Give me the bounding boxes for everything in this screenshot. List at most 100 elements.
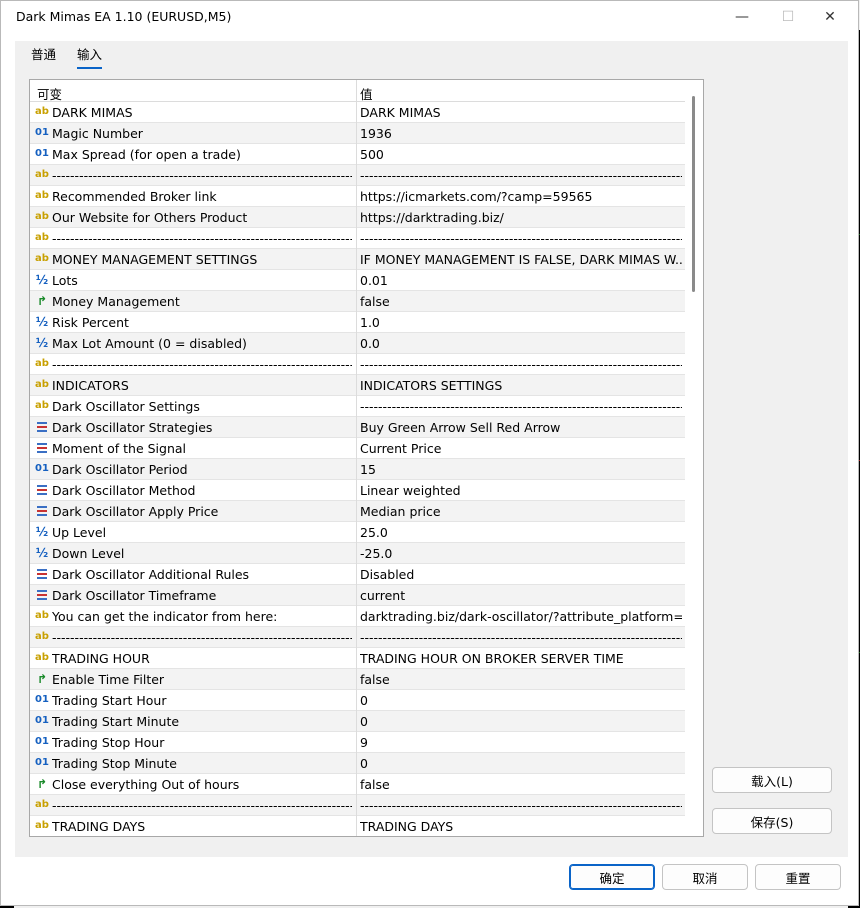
table-row[interactable]: ab Dark Oscillator Settings --------------… (30, 396, 685, 417)
tab-common[interactable]: 普通 (31, 44, 56, 67)
close-icon[interactable]: ✕ (807, 1, 853, 33)
table-row[interactable]: ½ Lots 0.01 (30, 270, 685, 291)
integer-type-icon: 01 (35, 463, 49, 474)
row-variable-name: MONEY MANAGEMENT SETTINGS (52, 252, 258, 267)
table-row[interactable]: Dark Oscillator Apply Price Median price (30, 501, 685, 522)
scrollbar-thumb[interactable] (692, 96, 695, 292)
table-row[interactable]: Moment of the Signal Current Price (30, 438, 685, 459)
enum-type-icon (35, 588, 49, 602)
row-variable-name: Max Lot Amount (0 = disabled) (52, 336, 247, 351)
row-value[interactable]: https://icmarkets.com/?camp=59565 (360, 189, 682, 204)
row-value[interactable]: Buy Green Arrow Sell Red Arrow (360, 420, 682, 435)
table-row[interactable]: 01 Dark Oscillator Period 15 (30, 459, 685, 480)
row-value[interactable]: https://darktrading.biz/ (360, 210, 682, 225)
row-value[interactable]: 1936 (360, 126, 682, 141)
table-row[interactable]: ab TRADING DAYS TRADING DAYS (30, 816, 685, 836)
row-value[interactable]: ----------------------------------------… (360, 168, 682, 183)
double-type-icon: ½ (35, 525, 49, 539)
row-value[interactable]: Current Price (360, 441, 682, 456)
row-value[interactable]: Disabled (360, 567, 682, 582)
row-value[interactable]: false (360, 777, 682, 792)
minimize-icon[interactable]: — (719, 1, 765, 33)
table-row[interactable]: Dark Oscillator Strategies Buy Green Arro… (30, 417, 685, 438)
row-value[interactable]: 9 (360, 735, 682, 750)
bool-type-icon: ↱ (36, 777, 48, 791)
table-row[interactable]: ab --------------------------------------… (30, 627, 685, 648)
row-value[interactable]: 0 (360, 714, 682, 729)
table-row[interactable]: Dark Oscillator Additional Rules Disabled (30, 564, 685, 585)
row-value[interactable]: 1.0 (360, 315, 682, 330)
string-type-icon: ab (35, 358, 49, 369)
row-variable-name: Risk Percent (52, 315, 129, 330)
table-row[interactable]: ½ Risk Percent 1.0 (30, 312, 685, 333)
vertical-scrollbar[interactable] (686, 80, 702, 836)
row-value[interactable]: TRADING DAYS (360, 819, 682, 834)
row-value[interactable]: false (360, 672, 682, 687)
table-row[interactable]: ab MONEY MANAGEMENT SETTINGS IF MONEY MANA… (30, 249, 685, 270)
header-variable[interactable]: 可变 (37, 84, 62, 103)
table-row[interactable]: ab --------------------------------------… (30, 165, 685, 186)
table-row[interactable]: ab DARK MIMAS DARK MIMAS (30, 102, 685, 123)
row-value[interactable]: -25.0 (360, 546, 682, 561)
table-row[interactable]: 01 Trading Stop Minute 0 (30, 753, 685, 774)
row-value[interactable]: current (360, 588, 682, 603)
row-value[interactable]: 15 (360, 462, 682, 477)
table-row[interactable]: 01 Magic Number 1936 (30, 123, 685, 144)
row-value[interactable]: INDICATORS SETTINGS (360, 378, 682, 393)
ok-button[interactable]: 确定 (569, 864, 655, 890)
inputs-table: 可变 值 ab DARK MIMAS DARK MIMAS 01 Magic Numbe… (29, 79, 704, 837)
cancel-button[interactable]: 取消 (662, 864, 748, 890)
integer-type-icon: 01 (35, 148, 49, 159)
row-value[interactable]: ----------------------------------------… (360, 231, 682, 246)
row-value[interactable]: ----------------------------------------… (360, 357, 682, 372)
table-row[interactable]: ab Our Website for Others Product https://… (30, 207, 685, 228)
table-row[interactable]: 01 Trading Start Hour 0 (30, 690, 685, 711)
row-value[interactable]: darktrading.biz/dark-oscillator/?attribu… (360, 609, 682, 624)
table-row[interactable]: 01 Trading Stop Hour 9 (30, 732, 685, 753)
table-row[interactable]: ab Recommended Broker link https://icmarke… (30, 186, 685, 207)
table-row[interactable]: ab INDICATORS INDICATORS SETTINGS (30, 375, 685, 396)
table-row[interactable]: ab You can get the indicator from here: da… (30, 606, 685, 627)
row-value[interactable]: ----------------------------------------… (360, 798, 682, 813)
table-row[interactable]: Dark Oscillator Method Linear weighted (30, 480, 685, 501)
tab-inputs[interactable]: 输入 (77, 44, 103, 69)
string-type-icon: ab (35, 799, 49, 810)
row-value[interactable]: 0 (360, 693, 682, 708)
table-row[interactable]: ½ Up Level 25.0 (30, 522, 685, 543)
row-value[interactable]: 0.01 (360, 273, 682, 288)
row-value[interactable]: 0 (360, 756, 682, 771)
row-variable-name: Dark Oscillator Timeframe (52, 588, 217, 603)
table-row[interactable]: ½ Max Lot Amount (0 = disabled) 0.0 (30, 333, 685, 354)
row-value[interactable]: IF MONEY MANAGEMENT IS FALSE, DARK MIMAS… (360, 252, 682, 267)
table-row[interactable]: ↱ Money Management false (30, 291, 685, 312)
row-value[interactable]: ----------------------------------------… (360, 399, 682, 414)
row-value[interactable]: 0.0 (360, 336, 682, 351)
table-row[interactable]: 01 Trading Start Minute 0 (30, 711, 685, 732)
table-row[interactable]: ab --------------------------------------… (30, 795, 685, 816)
table-row[interactable]: ab --------------------------------------… (30, 228, 685, 249)
table-row[interactable]: ab TRADING HOUR TRADING HOUR ON BROKER SER… (30, 648, 685, 669)
table-row[interactable]: ½ Down Level -25.0 (30, 543, 685, 564)
table-row[interactable]: 01 Max Spread (for open a trade) 500 (30, 144, 685, 165)
enum-type-icon (35, 567, 49, 581)
row-variable-name: Recommended Broker link (52, 189, 217, 204)
reset-button[interactable]: 重置 (755, 864, 841, 890)
row-value[interactable]: Median price (360, 504, 682, 519)
table-row[interactable]: Dark Oscillator Timeframe current (30, 585, 685, 606)
row-value[interactable]: TRADING HOUR ON BROKER SERVER TIME (360, 651, 682, 666)
row-value[interactable]: ----------------------------------------… (360, 630, 682, 645)
table-row[interactable]: ↱ Enable Time Filter false (30, 669, 685, 690)
row-value[interactable]: 25.0 (360, 525, 682, 540)
row-value[interactable]: DARK MIMAS (360, 105, 682, 120)
row-variable-name: Enable Time Filter (52, 672, 165, 687)
dialog-content: 普通 输入 可变 值 ab DARK MIMAS DARK MIMAS 01 Magic… (15, 41, 848, 890)
table-row[interactable]: ab --------------------------------------… (30, 354, 685, 375)
row-value[interactable]: Linear weighted (360, 483, 682, 498)
table-row[interactable]: ↱ Close everything Out of hours false (30, 774, 685, 795)
row-value[interactable]: 500 (360, 147, 682, 162)
load-button[interactable]: 载入(L) (712, 767, 832, 793)
save-button[interactable]: 保存(S) (712, 808, 832, 834)
header-value[interactable]: 值 (360, 84, 373, 103)
row-value[interactable]: false (360, 294, 682, 309)
double-type-icon: ½ (35, 315, 49, 329)
